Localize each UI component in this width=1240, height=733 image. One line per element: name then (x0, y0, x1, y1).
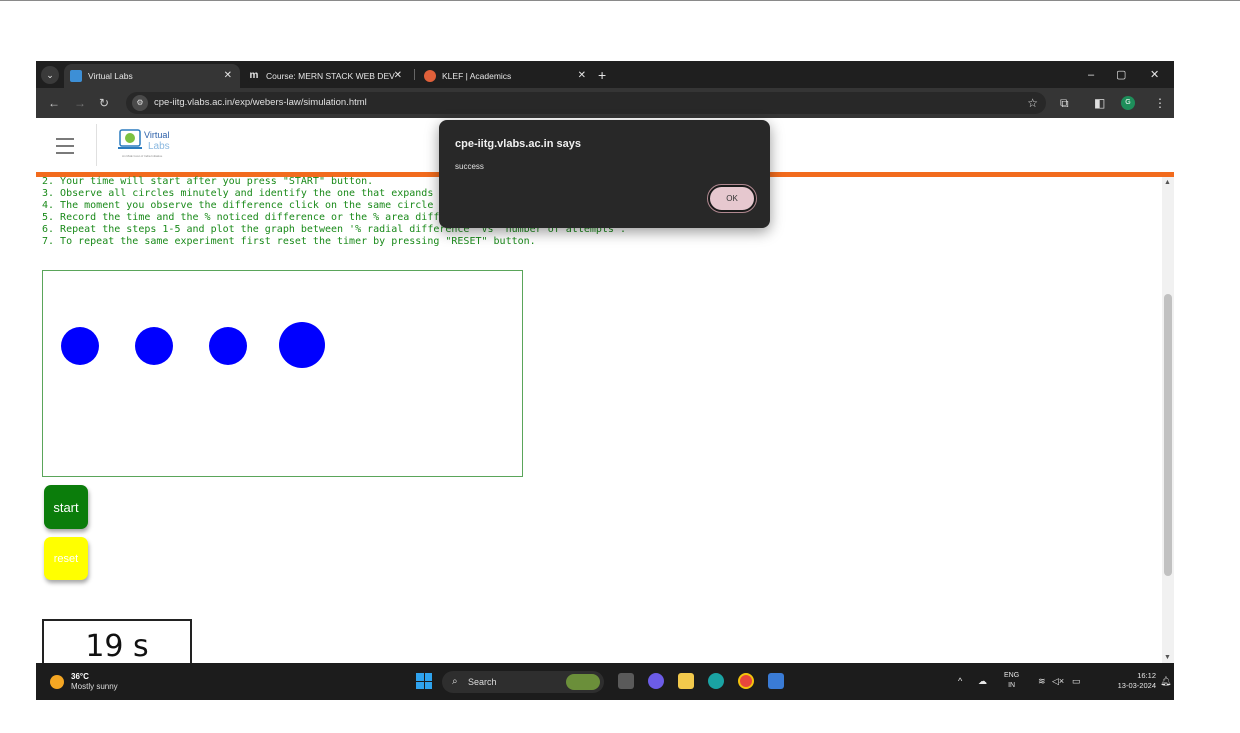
search-label: Search (468, 677, 497, 687)
battery-icon[interactable]: ▭ (1072, 663, 1081, 700)
top-border-line (0, 0, 1240, 1)
clock-date: 13-03-2024 (1117, 681, 1156, 690)
windows-taskbar: 36°C Mostly sunny ⌕ Search ^ ☁ ENG IN ≋ … (36, 663, 1174, 700)
weather-description[interactable]: Mostly sunny (71, 682, 118, 691)
virtual-labs-favicon-icon (70, 70, 82, 82)
close-tab-icon[interactable]: ✕ (224, 64, 232, 88)
search-icon: ⌕ (452, 676, 458, 687)
timer-display: 19 s (42, 619, 192, 669)
microsoft-store-icon[interactable] (768, 673, 784, 689)
dialog-title: cpe-iitg.vlabs.ac.in says (455, 138, 581, 150)
svg-text:An MoE Govt of India Initiativ: An MoE Govt of India Initiative (122, 154, 163, 158)
address-bar[interactable]: ⚙ cpe-iitg.vlabs.ac.in/exp/webers-law/si… (126, 92, 1046, 114)
forward-arrow-icon[interactable]: → (74, 88, 86, 118)
dialog-message: success (455, 162, 484, 171)
url-text[interactable]: cpe-iitg.vlabs.ac.in/exp/webers-law/simu… (154, 92, 367, 114)
stimulus-circle[interactable] (61, 327, 99, 365)
tab-mern-course[interactable]: m Course: MERN STACK WEB DEV ✕ (242, 64, 410, 88)
side-panel-icon[interactable]: ◧ (1094, 88, 1105, 118)
scroll-up-arrow-icon[interactable]: ▲ (1164, 179, 1171, 186)
search-highlight-icon (566, 674, 600, 690)
close-tab-icon[interactable]: ✕ (394, 64, 402, 88)
taskbar-search[interactable]: ⌕ Search (442, 671, 604, 693)
wifi-icon[interactable]: ≋ (1038, 663, 1046, 700)
screen: ⌄ Virtual Labs ✕ m Course: MERN STACK WE… (36, 61, 1174, 700)
task-view-icon[interactable] (618, 673, 634, 689)
site-info-icon[interactable]: ⚙ (132, 95, 148, 111)
notification-bell-icon[interactable]: 🔔︎ (1160, 663, 1171, 700)
language-code: ENG (1004, 672, 1020, 679)
dialog-ok-button[interactable]: OK (707, 184, 757, 213)
volume-muted-icon[interactable]: ◁× (1052, 663, 1064, 700)
chrome-browser-icon[interactable] (738, 673, 754, 689)
reload-icon[interactable]: ↻ (99, 88, 109, 118)
windows-start-icon[interactable] (416, 673, 432, 689)
stimulus-circle[interactable] (135, 327, 173, 365)
instruction-step: 7. To repeat the same experiment first r… (42, 236, 536, 247)
teams-chat-icon[interactable] (648, 673, 664, 689)
bookmark-star-icon[interactable]: ☆ (1027, 92, 1038, 114)
weather-sun-icon[interactable] (50, 675, 64, 689)
extensions-icon[interactable]: ⧉ (1060, 88, 1069, 118)
tab-search-icon[interactable]: ⌄ (41, 66, 59, 84)
simulation-canvas (42, 270, 523, 477)
tab-klef-academics[interactable]: KLEF | Academics ✕ (418, 64, 594, 88)
stimulus-circle[interactable] (279, 322, 325, 368)
show-hidden-icons-chevron-icon[interactable]: ^ (958, 663, 962, 700)
region-code: IN (1008, 682, 1016, 689)
klef-favicon-icon (424, 70, 436, 82)
onedrive-cloud-icon[interactable]: ☁ (978, 663, 987, 700)
close-tab-icon[interactable]: ✕ (578, 64, 586, 88)
minimize-button[interactable]: – (1088, 64, 1094, 86)
scrollbar-thumb[interactable] (1164, 294, 1172, 576)
header-divider (96, 124, 97, 166)
virtual-labs-logo[interactable]: Virtual Labs An MoE Govt of India Initia… (118, 126, 188, 160)
maximize-button[interactable]: ▢ (1116, 64, 1126, 86)
weather-temperature[interactable]: 36°C (71, 672, 89, 681)
svg-text:Labs: Labs (148, 141, 170, 152)
tab-title: Course: MERN STACK WEB DEV (266, 71, 395, 81)
tab-title: Virtual Labs (88, 71, 133, 81)
stimulus-circle[interactable] (209, 327, 247, 365)
tab-virtual-labs[interactable]: Virtual Labs ✕ (64, 64, 240, 88)
close-window-button[interactable]: ✕ (1150, 64, 1159, 86)
page-scrollbar[interactable]: ▲ ▼ (1162, 177, 1174, 663)
moodle-favicon-icon: m (248, 70, 260, 82)
scroll-down-arrow-icon[interactable]: ▼ (1164, 654, 1171, 661)
alert-dialog: cpe-iitg.vlabs.ac.in says success OK (439, 120, 770, 228)
language-indicator[interactable]: ENG IN (1004, 671, 1019, 691)
back-arrow-icon[interactable]: ← (48, 88, 60, 118)
start-button[interactable]: start (44, 485, 88, 529)
clock-time: 16:12 (1137, 671, 1156, 680)
reset-button[interactable]: reset (44, 537, 88, 580)
edge-browser-icon[interactable] (708, 673, 724, 689)
system-clock[interactable]: 16:12 13-03-2024 (1094, 671, 1156, 691)
menu-kebab-icon[interactable]: ⋮ (1154, 88, 1166, 118)
browser-tab-strip: ⌄ Virtual Labs ✕ m Course: MERN STACK WE… (36, 61, 1174, 88)
tab-separator (414, 69, 415, 80)
tab-title: KLEF | Academics (442, 71, 512, 81)
hamburger-menu-icon[interactable] (56, 138, 74, 159)
profile-avatar[interactable]: G (1121, 96, 1135, 110)
svg-text:Virtual: Virtual (144, 130, 169, 140)
new-tab-button[interactable]: + (598, 64, 606, 86)
file-explorer-icon[interactable] (678, 673, 694, 689)
browser-toolbar: ← → ↻ ⚙ cpe-iitg.vlabs.ac.in/exp/webers-… (36, 88, 1174, 118)
